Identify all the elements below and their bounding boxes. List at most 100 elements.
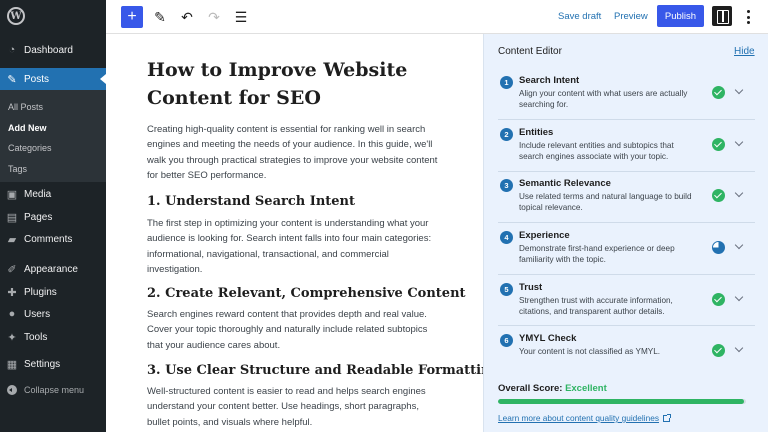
editor-toolbar: + ✎ ↶ ↷ ☰ Save draft Preview Publish [106, 0, 768, 34]
hide-panel-link[interactable]: Hide [734, 46, 755, 57]
collapse-icon [7, 385, 17, 395]
criterion-title: Search Intent [519, 75, 580, 86]
criterion-title: Experience [519, 230, 570, 241]
check-icon [712, 86, 725, 99]
submenu-tags[interactable]: Tags [8, 164, 27, 174]
external-link-icon [662, 414, 671, 422]
menu-label: Pages [24, 211, 53, 223]
check-icon [712, 138, 725, 151]
check-icon [712, 189, 725, 202]
chevron-down-icon[interactable] [734, 292, 744, 302]
dashboard-icon: ◔ [8, 44, 16, 56]
menu-item-tools[interactable]: ✦ Tools [0, 326, 106, 348]
step-number: 3 [500, 179, 513, 192]
menu-item-users[interactable]: ● Users [0, 303, 106, 325]
section-paragraph[interactable]: Search engines reward content that provi… [147, 307, 439, 353]
chevron-down-icon[interactable] [734, 343, 744, 353]
submenu-categories[interactable]: Categories [8, 143, 52, 153]
menu-label: Dashboard [24, 44, 73, 56]
redo-icon: ↷ [208, 8, 220, 25]
menu-item-dashboard[interactable]: ◔ Dashboard [0, 39, 106, 61]
add-block-button[interactable]: + [121, 6, 143, 28]
criterion-ymyl-check[interactable]: 6 YMYL Check Your content is not classif… [484, 325, 768, 376]
menu-item-plugins[interactable]: ✚ Plugins [0, 281, 106, 303]
undo-button[interactable]: ↶ [176, 6, 198, 28]
undo-icon: ↶ [181, 8, 193, 25]
save-draft-button[interactable]: Save draft [558, 11, 601, 22]
chevron-down-icon[interactable] [734, 137, 744, 147]
submenu-all-posts[interactable]: All Posts [8, 102, 43, 112]
wrench-icon: ✦ [7, 331, 17, 344]
section-heading[interactable]: 2. Create Relevant, Comprehensive Conten… [147, 286, 466, 301]
dot-icon [746, 21, 750, 24]
pencil-icon: ✎ [154, 8, 166, 25]
menu-item-media[interactable]: ▣ Media [0, 183, 106, 205]
step-number: 5 [500, 283, 513, 296]
content-editor-panel: Content Editor Hide 1 Search Intent Alig… [483, 34, 768, 432]
dot-icon [746, 15, 750, 19]
menu-label: Tools [24, 331, 48, 343]
section-heading[interactable]: 1. Understand Search Intent [147, 194, 355, 209]
learn-more-text: Learn more about content quality guideli… [498, 413, 659, 423]
menu-item-settings[interactable]: ▦ Settings [0, 353, 106, 375]
overall-score-value: Excellent [565, 383, 607, 394]
step-number: 6 [500, 334, 513, 347]
criterion-description: Use related terms and natural language t… [519, 192, 692, 212]
menu-item-comments[interactable]: ▰ Comments [0, 228, 106, 250]
criterion-experience[interactable]: 4 Experience Demonstrate first-hand expe… [484, 222, 768, 273]
document-overview-button[interactable]: ☰ [230, 6, 252, 28]
dot-icon [746, 10, 750, 13]
preview-button[interactable]: Preview [614, 11, 648, 22]
criterion-title: YMYL Check [519, 333, 577, 344]
wordpress-icon: W [7, 7, 25, 25]
check-icon [712, 293, 725, 306]
redo-button[interactable]: ↷ [203, 6, 225, 28]
collapse-menu-button[interactable]: Collapse menu [0, 379, 106, 401]
submenu-add-new[interactable]: Add New [8, 123, 47, 133]
check-icon [712, 344, 725, 357]
criterion-search-intent[interactable]: 1 Search Intent Align your content with … [484, 67, 768, 118]
post-title[interactable]: How to Improve Website Content for SEO [147, 56, 447, 112]
settings-icon: ▦ [6, 358, 18, 371]
criterion-description: Align your content with what users are a… [519, 89, 688, 109]
menu-item-posts[interactable]: ✎ Posts [0, 68, 106, 90]
criterion-description: Your content is not classified as YMYL. [519, 347, 661, 356]
pages-icon: ▤ [6, 211, 18, 224]
settings-sidebar-toggle[interactable] [712, 6, 732, 26]
posts-submenu: All Posts Add New Categories Tags [0, 90, 106, 182]
plug-icon: ✚ [7, 286, 17, 299]
media-icon: ▣ [6, 188, 18, 201]
section-paragraph[interactable]: Well-structured content is easier to rea… [147, 384, 439, 430]
chevron-down-icon[interactable] [734, 188, 744, 198]
list-view-icon: ☰ [234, 8, 248, 25]
criterion-description: Include relevant entities and subtopics … [519, 141, 674, 161]
publish-button[interactable]: Publish [657, 5, 704, 27]
collapse-icon-wrap [0, 385, 24, 395]
score-progress-fill [498, 399, 744, 404]
menu-label: Comments [24, 233, 73, 245]
step-number: 2 [500, 128, 513, 141]
step-number: 4 [500, 231, 513, 244]
wordpress-logo-button[interactable]: W [0, 0, 32, 32]
learn-more-link[interactable]: Learn more about content quality guideli… [498, 413, 671, 423]
chevron-down-icon[interactable] [734, 85, 744, 95]
section-paragraph[interactable]: The first step in optimizing your conten… [147, 216, 439, 277]
partial-progress-icon [712, 241, 725, 254]
criterion-title: Entities [519, 127, 554, 138]
step-number: 1 [500, 76, 513, 89]
menu-item-appearance[interactable]: ✐ Appearance [0, 258, 106, 280]
chevron-down-icon[interactable] [734, 240, 744, 250]
menu-item-pages[interactable]: ▤ Pages [0, 206, 106, 228]
criterion-entities[interactable]: 2 Entities Include relevant entities and… [484, 119, 768, 170]
more-options-button[interactable] [742, 8, 754, 26]
criterion-semantic-relevance[interactable]: 3 Semantic Relevance Use related terms a… [484, 170, 768, 221]
editor-canvas[interactable]: How to Improve Website Content for SEO C… [106, 34, 483, 432]
menu-label: Settings [24, 358, 61, 370]
criterion-trust[interactable]: 5 Trust Strengthen trust with accurate i… [484, 274, 768, 325]
tools-button[interactable]: ✎ [149, 6, 171, 28]
criterion-description: Demonstrate first-hand experience or dee… [519, 244, 675, 264]
admin-sidebar: W ◔ Dashboard ✎ Posts All Posts Add New … [0, 0, 106, 432]
section-heading[interactable]: 3. Use Clear Structure and Readable Form… [147, 363, 483, 378]
intro-paragraph[interactable]: Creating high-quality content is essenti… [147, 122, 439, 183]
criterion-title: Trust [519, 282, 543, 293]
